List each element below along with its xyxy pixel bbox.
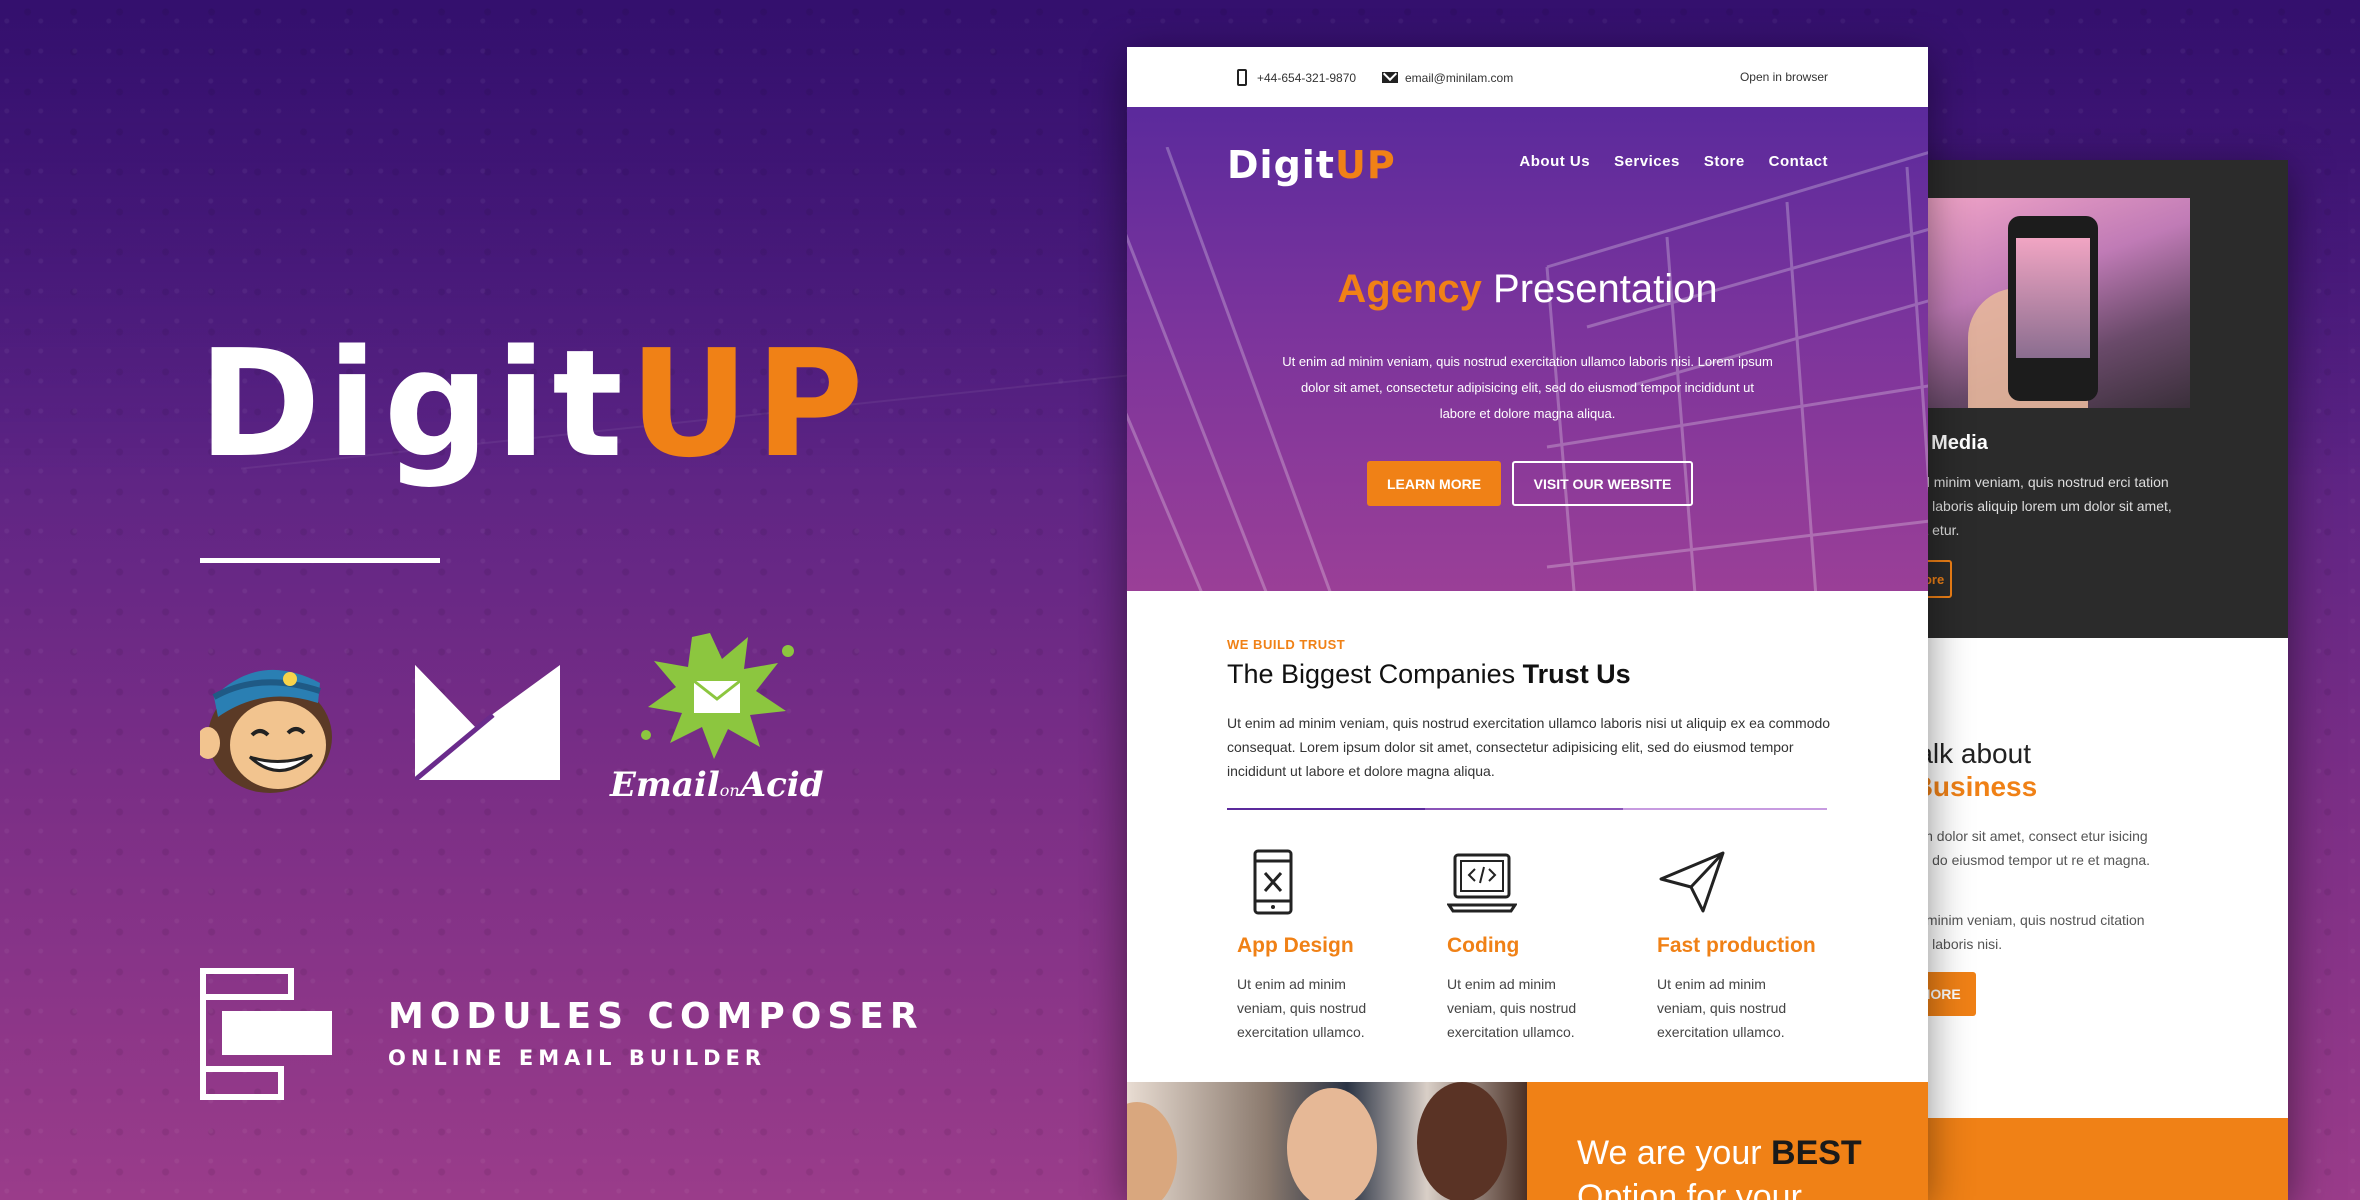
mailchimp-icon xyxy=(200,669,332,793)
nav-store[interactable]: Store xyxy=(1704,153,1745,170)
feature-fast-production: Fast production Ut enim ad minim veniam,… xyxy=(1647,847,1837,1044)
feature-text: Ut enim ad minim veniam, quis nostrud ex… xyxy=(1237,976,1367,1040)
brand-logo-white: Digit xyxy=(198,318,630,490)
hero-title: Agency Presentation xyxy=(1127,267,1928,312)
email-on-acid-logo: EmailonAcid xyxy=(610,615,823,825)
trust-text: Ut enim ad minim veniam, quis nostrud ex… xyxy=(1227,715,1831,779)
nav-contact[interactable]: Contact xyxy=(1769,153,1828,170)
acid-splash-icon xyxy=(641,633,794,759)
phone-photo xyxy=(1908,198,2190,408)
person-shape xyxy=(1287,1088,1377,1200)
feature-title: App Design xyxy=(1237,934,1354,957)
email-logo[interactable]: DigitUP xyxy=(1227,143,1396,187)
email-logo-white: Digit xyxy=(1227,143,1335,187)
paper-plane-icon xyxy=(1659,851,1725,913)
feature-title: Coding xyxy=(1447,934,1520,957)
email-preview: +44-654-321-9870 email@minilam.com Open … xyxy=(1127,47,1928,1200)
team-photo xyxy=(1127,1082,1527,1200)
hero-section: DigitUP About Us Services Store Contact … xyxy=(1127,107,1928,591)
mobile-icon xyxy=(1253,849,1293,915)
hero-text: Ut enim ad minim veniam, quis nostrud ex… xyxy=(1282,354,1773,421)
best-option-bold: BEST xyxy=(1771,1134,1862,1172)
email-topbar: +44-654-321-9870 email@minilam.com Open … xyxy=(1127,47,1928,107)
hero-title-rest: Presentation xyxy=(1493,267,1718,311)
email-on-acid-wordmark: EmailonAcid xyxy=(610,765,823,805)
trust-title-bold: Trust Us xyxy=(1522,659,1631,689)
trust-kicker: WE BUILD TRUST xyxy=(1227,637,1346,652)
topbar-email[interactable]: email@minilam.com xyxy=(1405,71,1513,85)
feature-title: Fast production xyxy=(1657,934,1816,957)
back-email-preview: ocial Media enim ad minim veniam, quis n… xyxy=(1880,160,2288,1200)
feature-text: Ut enim ad minim veniam, quis nostrud ex… xyxy=(1657,976,1787,1040)
person-shape xyxy=(1417,1082,1507,1200)
eoa-word-email: Email xyxy=(610,765,720,805)
hero-title-highlight: Agency xyxy=(1337,267,1482,311)
section-divider xyxy=(1227,808,1827,810)
trust-title: The Biggest Companies Trust Us xyxy=(1227,659,1631,690)
brand-logo: DigitUP xyxy=(198,330,870,478)
social-media-title: ocial Media xyxy=(1880,432,1988,454)
feature-text: Ut enim ad minim veniam, quis nostrud ex… xyxy=(1447,976,1577,1040)
laptop-code-icon xyxy=(1446,853,1518,913)
best-option-line2: Option for your xyxy=(1577,1178,1802,1200)
nav-services[interactable]: Services xyxy=(1614,153,1680,170)
trust-title-regular: The Biggest Companies xyxy=(1227,659,1516,689)
best-option-section: We are your BEST Option for your xyxy=(1527,1082,1928,1200)
brand-logo-orange: UP xyxy=(629,318,870,490)
feature-app-design: App Design Ut enim ad minim veniam, quis… xyxy=(1227,847,1417,1044)
modules-title: MODULES COMPOSER xyxy=(388,996,924,1037)
feature-coding: Coding Ut enim ad minim veniam, quis nos… xyxy=(1437,847,1627,1044)
mail-icon xyxy=(1382,72,1398,83)
open-in-browser-link[interactable]: Open in browser xyxy=(1740,70,1828,84)
nav-about-us[interactable]: About Us xyxy=(1519,153,1590,170)
person-shape xyxy=(1127,1102,1177,1200)
modules-subtitle: ONLINE EMAIL BUILDER xyxy=(388,1046,767,1070)
topbar-phone[interactable]: +44-654-321-9870 xyxy=(1257,71,1356,85)
email-nav: About Us Services Store Contact xyxy=(1519,153,1828,170)
eoa-word-acid: Acid xyxy=(739,765,824,805)
phone-icon xyxy=(1237,69,1247,86)
eoa-word-on: on xyxy=(719,781,740,800)
modules-composer-icon xyxy=(200,968,332,1100)
email-logo-orange: UP xyxy=(1334,143,1396,187)
campaign-monitor-icon xyxy=(415,665,560,780)
best-option-regular: We are your xyxy=(1577,1134,1762,1172)
business-title-highlight: Business xyxy=(1912,771,2038,802)
integration-logos: EmailonAcid xyxy=(200,615,840,825)
learn-more-button[interactable]: LEARN MORE xyxy=(1367,461,1501,506)
brand-divider xyxy=(200,558,440,563)
visit-website-button[interactable]: VISIT OUR WEBSITE xyxy=(1512,461,1693,506)
back-orange-band xyxy=(1880,1118,2288,1200)
best-option-line1: We are your BEST xyxy=(1577,1134,1862,1173)
smartphone-shape xyxy=(2008,216,2098,401)
business-section: ts talk about ur Business m ipsum dolor … xyxy=(1880,638,2288,1118)
